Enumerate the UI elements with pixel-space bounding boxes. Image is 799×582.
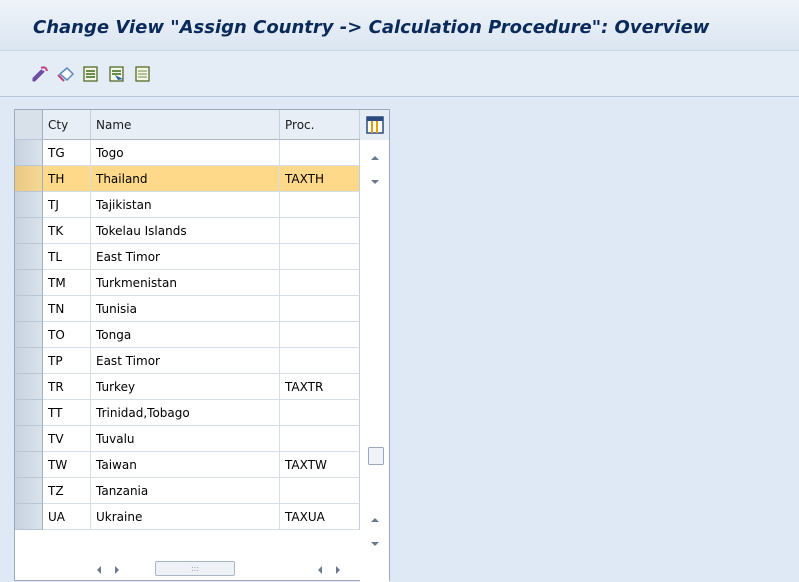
procedure-input[interactable]: [280, 270, 360, 296]
procedure-input[interactable]: [280, 244, 360, 270]
scroll-up-icon[interactable]: [369, 152, 381, 162]
country-name-cell: Ukraine: [91, 504, 280, 530]
scroll-right-icon[interactable]: [113, 564, 121, 574]
horizontal-scroll-thumb[interactable]: :::: [155, 561, 235, 576]
change-display-icon[interactable]: [30, 65, 50, 83]
title-bar: Change View "Assign Country -> Calculati…: [0, 0, 799, 50]
procedure-input[interactable]: [280, 348, 360, 374]
procedure-input[interactable]: [280, 426, 360, 452]
country-code-cell: TL: [43, 244, 91, 270]
country-name-cell: Tunisia: [91, 296, 280, 322]
procedure-input[interactable]: [280, 218, 360, 244]
procedure-input[interactable]: [280, 192, 360, 218]
country-name-cell: Tuvalu: [91, 426, 280, 452]
row-selector-button[interactable]: [15, 348, 43, 374]
country-name-cell: Tajikistan: [91, 192, 280, 218]
procedure-input[interactable]: [280, 296, 360, 322]
row-selector-button[interactable]: [15, 296, 43, 322]
row-selector-button[interactable]: [15, 452, 43, 478]
country-code-cell: UA: [43, 504, 91, 530]
scroll-left-icon[interactable]: [316, 564, 324, 574]
row-selector-button[interactable]: [15, 478, 43, 504]
procedure-input[interactable]: TAXUA: [280, 504, 360, 530]
row-selector-button[interactable]: [15, 400, 43, 426]
select-block-icon[interactable]: [107, 65, 127, 83]
country-code-cell: TO: [43, 322, 91, 348]
table-header: Cty Name Proc.: [15, 110, 389, 140]
procedure-input[interactable]: TAXTH: [280, 166, 360, 192]
deselect-all-icon[interactable]: [133, 65, 153, 83]
country-code-cell: TR: [43, 374, 91, 400]
country-code-cell: TJ: [43, 192, 91, 218]
vertical-scroll-thumb[interactable]: [368, 447, 384, 465]
select-all-rows-button[interactable]: [15, 110, 43, 140]
country-code-cell: TK: [43, 218, 91, 244]
horizontal-scrollbar[interactable]: :::: [43, 556, 360, 580]
country-code-cell: TW: [43, 452, 91, 478]
country-code-cell: TT: [43, 400, 91, 426]
procedure-input[interactable]: [280, 478, 360, 504]
country-code-cell: TG: [43, 140, 91, 166]
row-selector-button[interactable]: [15, 270, 43, 296]
column-header-cty[interactable]: Cty: [43, 110, 91, 140]
procedure-input[interactable]: [280, 322, 360, 348]
procedure-input[interactable]: [280, 140, 360, 166]
scroll-down-icon[interactable]: [369, 538, 381, 548]
country-name-cell: Trinidad,Tobago: [91, 400, 280, 426]
column-header-proc[interactable]: Proc.: [280, 110, 360, 140]
country-code-cell: TZ: [43, 478, 91, 504]
application-toolbar: [0, 50, 799, 97]
scroll-left-icon[interactable]: [95, 564, 103, 574]
undo-icon[interactable]: [56, 65, 76, 83]
column-header-name[interactable]: Name: [91, 110, 280, 140]
country-name-cell: Togo: [91, 140, 280, 166]
country-name-cell: Tonga: [91, 322, 280, 348]
country-name-cell: Thailand: [91, 166, 280, 192]
country-code-cell: TV: [43, 426, 91, 452]
scroll-right-icon[interactable]: [334, 564, 342, 574]
country-name-cell: Tanzania: [91, 478, 280, 504]
country-code-cell: TN: [43, 296, 91, 322]
country-name-cell: Taiwan: [91, 452, 280, 478]
country-name-cell: East Timor: [91, 348, 280, 374]
procedure-input[interactable]: [280, 400, 360, 426]
procedure-input[interactable]: TAXTR: [280, 374, 360, 400]
row-selector-button[interactable]: [15, 218, 43, 244]
row-selector-button[interactable]: [15, 504, 43, 530]
page-title: Change View "Assign Country -> Calculati…: [33, 17, 710, 38]
vertical-scrollbar[interactable]: [360, 140, 389, 582]
country-name-cell: Turkmenistan: [91, 270, 280, 296]
country-code-cell: TH: [43, 166, 91, 192]
table-settings-icon[interactable]: [366, 116, 384, 134]
country-name-cell: Turkey: [91, 374, 280, 400]
row-selector-button[interactable]: [15, 322, 43, 348]
country-name-cell: Tokelau Islands: [91, 218, 280, 244]
country-code-cell: TM: [43, 270, 91, 296]
row-selector-button[interactable]: [15, 426, 43, 452]
scroll-up-icon[interactable]: [369, 514, 381, 524]
country-name-cell: East Timor: [91, 244, 280, 270]
row-selector-button[interactable]: [15, 244, 43, 270]
country-code-cell: TP: [43, 348, 91, 374]
procedure-input[interactable]: TAXTW: [280, 452, 360, 478]
row-selector-button[interactable]: [15, 140, 43, 166]
row-selector-button[interactable]: [15, 192, 43, 218]
select-all-icon[interactable]: [81, 65, 101, 83]
row-selector-button[interactable]: [15, 166, 43, 192]
row-selector-button[interactable]: [15, 374, 43, 400]
scroll-down-icon[interactable]: [369, 176, 381, 186]
table-control: Cty Name Proc. TG Togo TH Thailand TAXTH TJ Ta…: [14, 109, 390, 582]
